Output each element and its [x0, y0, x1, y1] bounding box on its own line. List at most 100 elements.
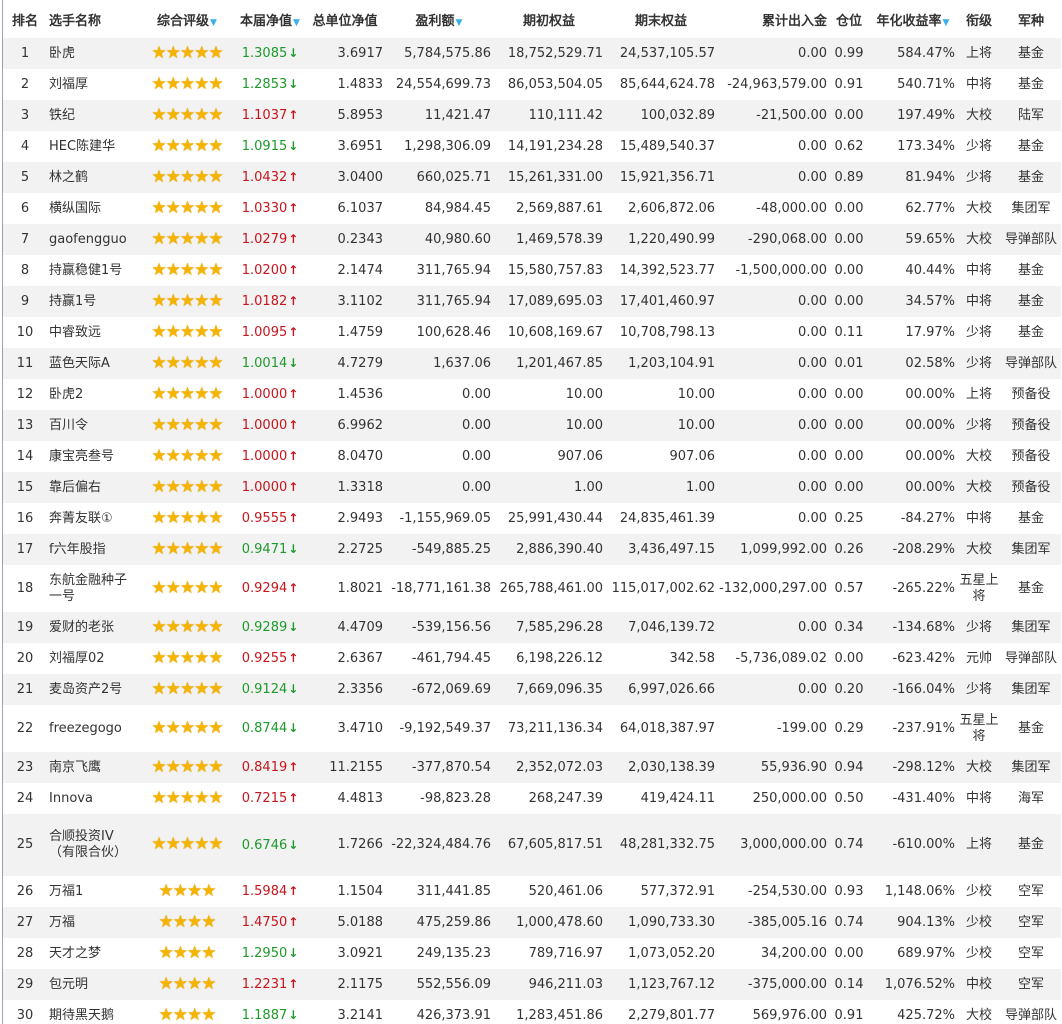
annual-return-cell: 00.00%: [869, 441, 957, 472]
trader-name-link[interactable]: 东航金融种子一号: [47, 565, 139, 612]
table-row[interactable]: 21 麦岛资产2号 ★★★★★ 0.9124↓ 2.3356 -672,069.69 7,6…: [3, 674, 1061, 705]
table-row[interactable]: 30 期待黑天鹅 ★★★★ 1.1887↓ 3.2141 426,373.91 1,283,…: [3, 1000, 1061, 1024]
unit-nav-cell: 8.0470: [305, 441, 385, 472]
trader-name-link[interactable]: 持赢稳健1号: [47, 255, 139, 286]
table-row[interactable]: 19 爱财的老张 ★★★★★ 0.9289↓ 4.4709 -539,156.56 7,58…: [3, 612, 1061, 643]
trader-name-link[interactable]: gaofengguo: [47, 224, 139, 255]
table-row[interactable]: 10 中睿致远 ★★★★★ 1.0095↑ 1.4759 100,628.46 10,608…: [3, 317, 1061, 348]
header-unit-nav[interactable]: 总单位净值: [305, 0, 385, 38]
nav-value: 1.2950: [241, 946, 288, 961]
trader-name-link[interactable]: 康宝亮叁号: [47, 441, 139, 472]
rank-title-cell: 大校: [957, 752, 1001, 783]
table-row[interactable]: 29 包元明 ★★★★ 1.2231↑ 2.1175 552,556.09 946,211.…: [3, 969, 1061, 1000]
table-row[interactable]: 3 铁纪 ★★★★★ 1.1037↑ 5.8953 11,421.47 110,111.42…: [3, 100, 1061, 131]
table-row[interactable]: 28 天才之梦 ★★★★ 1.2950↓ 3.0921 249,135.23 789,716…: [3, 938, 1061, 969]
trader-name-link[interactable]: 蓝色天际A: [47, 348, 139, 379]
table-row[interactable]: 23 南京飞鹰 ★★★★★ 0.8419↑ 11.2155 -377,870.54 2,35…: [3, 752, 1061, 783]
position-cell: 0.50: [829, 783, 869, 814]
rank-title-cell: 中将: [957, 503, 1001, 534]
table-row[interactable]: 9 持赢1号 ★★★★★ 1.0182↑ 3.1102 311,765.94 17,089,…: [3, 286, 1061, 317]
trader-name-link[interactable]: 横纵国际: [47, 193, 139, 224]
branch-cell: 预备役: [1001, 472, 1061, 503]
table-row[interactable]: 14 康宝亮叁号 ★★★★★ 1.0000↑ 8.0470 0.00 907.06 907.0…: [3, 441, 1061, 472]
header-rating[interactable]: 综合评级▼: [139, 0, 235, 38]
branch-cell: 集团军: [1001, 674, 1061, 705]
table-row[interactable]: 2 刘福厚 ★★★★★ 1.2853↓ 1.4833 24,554,699.73 86,05…: [3, 69, 1061, 100]
trader-name-link[interactable]: 万福1: [47, 876, 139, 907]
trader-name-link[interactable]: 卧虎: [47, 38, 139, 69]
begin-equity-cell: 10.00: [493, 379, 605, 410]
table-row[interactable]: 7 gaofengguo ★★★★★ 1.0279↑ 0.2343 40,980.60 1,…: [3, 224, 1061, 255]
net-flow-cell: 0.00: [717, 612, 829, 643]
net-flow-cell: 0.00: [717, 131, 829, 162]
table-row[interactable]: 8 持赢稳健1号 ★★★★★ 1.0200↑ 2.1474 311,765.94 15,58…: [3, 255, 1061, 286]
sort-arrow-icon[interactable]: ▼: [210, 18, 217, 28]
table-row[interactable]: 11 蓝色天际A ★★★★★ 1.0014↓ 4.7279 1,637.06 1,201,4…: [3, 348, 1061, 379]
table-row[interactable]: 27 万福 ★★★★ 1.4750↑ 5.0188 475,259.86 1,000,478…: [3, 907, 1061, 938]
trader-name-link[interactable]: 卧虎2: [47, 379, 139, 410]
table-row[interactable]: 18 东航金融种子一号 ★★★★★ 0.9294↑ 1.8021 -18,771,161.…: [3, 565, 1061, 612]
trader-name-link[interactable]: 刘福厚: [47, 69, 139, 100]
trader-name-link[interactable]: 万福: [47, 907, 139, 938]
table-row[interactable]: 4 HEC陈建华 ★★★★★ 1.0915↓ 3.6951 1,298,306.09 14,…: [3, 131, 1061, 162]
table-row[interactable]: 13 百川令 ★★★★★ 1.0000↑ 6.9962 0.00 10.00 10.00 0.0…: [3, 410, 1061, 441]
trader-name-link[interactable]: 百川令: [47, 410, 139, 441]
trader-name-link[interactable]: 奔菁友联①: [47, 503, 139, 534]
profit-cell: 1,637.06: [385, 348, 493, 379]
table-row[interactable]: 12 卧虎2 ★★★★★ 1.0000↑ 1.4536 0.00 10.00 10.00 0.0…: [3, 379, 1061, 410]
arrow-down-icon: ↓: [288, 721, 299, 735]
trader-name-link[interactable]: 包元明: [47, 969, 139, 1000]
table-row[interactable]: 17 f六年股指 ★★★★★ 0.9471↓ 2.2725 -549,885.25 2,88…: [3, 534, 1061, 565]
trader-name-link[interactable]: 期待黑天鹅: [47, 1000, 139, 1024]
rank-title-cell: 少将: [957, 162, 1001, 193]
table-row[interactable]: 1 卧虎 ★★★★★ 1.3085↓ 3.6917 5,784,575.86 18,752,…: [3, 38, 1061, 69]
header-profit[interactable]: 盈利额▼: [385, 0, 493, 38]
rating-stars-icon: ★★★★★: [151, 197, 223, 218]
position-cell: 0.89: [829, 162, 869, 193]
net-flow-cell: -48,000.00: [717, 193, 829, 224]
header-nav[interactable]: 本届净值▼: [235, 0, 305, 38]
trader-name-link[interactable]: 麦岛资产2号: [47, 674, 139, 705]
trader-name-link[interactable]: 刘福厚02: [47, 643, 139, 674]
trader-name-link[interactable]: 合顺投资IV（有限合伙）: [47, 814, 139, 876]
table-row[interactable]: 25 合顺投资IV（有限合伙） ★★★★★ 0.6746↓ 1.7266 -22,324,…: [3, 814, 1061, 876]
table-row[interactable]: 22 freezegogo ★★★★★ 0.8744↓ 3.4710 -9,192,549…: [3, 705, 1061, 752]
trader-name-link[interactable]: 爱财的老张: [47, 612, 139, 643]
sort-arrow-icon[interactable]: ▼: [293, 18, 300, 28]
rating-stars-icon: ★★★★: [158, 973, 217, 994]
trader-name-link[interactable]: Innova: [47, 783, 139, 814]
table-row[interactable]: 26 万福1 ★★★★ 1.5984↑ 1.1504 311,441.85 520,461.…: [3, 876, 1061, 907]
table-row[interactable]: 15 靠后偏右 ★★★★★ 1.0000↑ 1.3318 0.00 1.00 1.00 0.00…: [3, 472, 1061, 503]
begin-equity-cell: 265,788,461.00: [493, 565, 605, 612]
trader-name-link[interactable]: 铁纪: [47, 100, 139, 131]
trader-name-link[interactable]: 天才之梦: [47, 938, 139, 969]
arrow-up-icon: ↑: [288, 581, 299, 595]
trader-name-link[interactable]: freezegogo: [47, 705, 139, 752]
table-row[interactable]: 20 刘福厚02 ★★★★★ 0.9255↑ 2.6367 -461,794.45 6,19…: [3, 643, 1061, 674]
table-row[interactable]: 16 奔菁友联① ★★★★★ 0.9555↑ 2.9493 -1,155,969.05 25…: [3, 503, 1061, 534]
nav-cell: 1.1887↓: [235, 1000, 305, 1024]
rating-cell: ★★★★★: [139, 131, 235, 162]
net-flow-cell: -5,736,089.02: [717, 643, 829, 674]
sort-arrow-icon[interactable]: ▼: [456, 18, 463, 28]
trader-name-link[interactable]: 林之鹤: [47, 162, 139, 193]
trader-name-link[interactable]: f六年股指: [47, 534, 139, 565]
nav-value: 1.0014: [241, 356, 288, 371]
table-row[interactable]: 5 林之鹤 ★★★★★ 1.0432↑ 3.0400 660,025.71 15,261,3…: [3, 162, 1061, 193]
trader-name-link[interactable]: 持赢1号: [47, 286, 139, 317]
begin-equity-cell: 15,261,331.00: [493, 162, 605, 193]
unit-nav-cell: 3.6951: [305, 131, 385, 162]
trader-name-link[interactable]: 中睿致远: [47, 317, 139, 348]
table-row[interactable]: 6 横纵国际 ★★★★★ 1.0330↑ 6.1037 84,984.45 2,569,88…: [3, 193, 1061, 224]
trader-name-link[interactable]: 南京飞鹰: [47, 752, 139, 783]
header-annual-return[interactable]: 年化收益率▼: [869, 0, 957, 38]
end-equity-cell: 48,281,332.75: [605, 814, 717, 876]
sort-arrow-icon[interactable]: ▼: [943, 18, 950, 28]
rating-stars-icon: ★★★★★: [151, 135, 223, 156]
net-flow-cell: -199.00: [717, 705, 829, 752]
rank-cell: 12: [3, 379, 47, 410]
trader-name-link[interactable]: 靠后偏右: [47, 472, 139, 503]
table-row[interactable]: 24 Innova ★★★★★ 0.7215↑ 4.4813 -98,823.28 268,…: [3, 783, 1061, 814]
trader-name-link[interactable]: HEC陈建华: [47, 131, 139, 162]
end-equity-cell: 15,921,356.71: [605, 162, 717, 193]
